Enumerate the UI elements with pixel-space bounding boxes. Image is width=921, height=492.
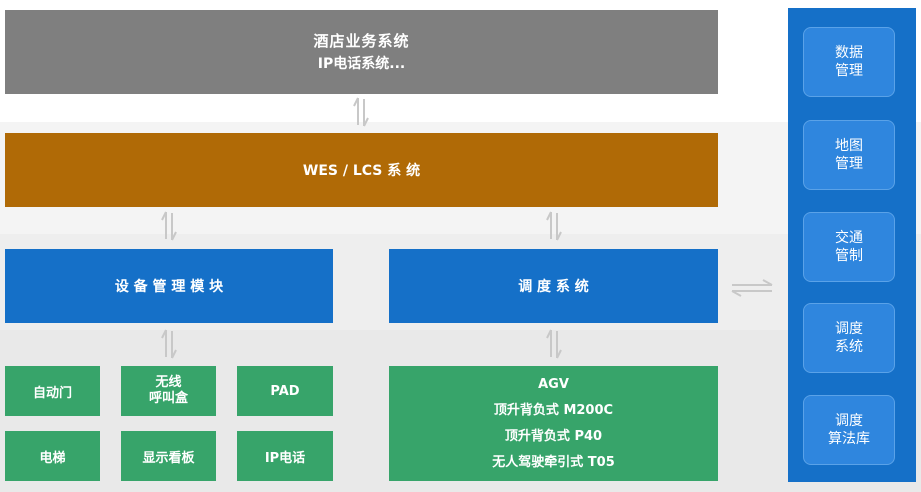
side-item-map-management: 地图 管理 bbox=[803, 120, 895, 190]
device-elevator: 电梯 bbox=[5, 431, 100, 481]
horizontal-bidirectional-arrow-icon bbox=[731, 279, 773, 297]
agv-model-m200c: 顶升背负式 M200C bbox=[493, 402, 614, 418]
bidirectional-arrow-icon bbox=[353, 97, 369, 127]
wes-lcs-system-label: WES / LCS 系 统 bbox=[302, 163, 421, 179]
bidirectional-arrow-icon bbox=[546, 211, 562, 241]
wes-lcs-system-block: WES / LCS 系 统 bbox=[5, 133, 718, 207]
device-wireless-call-box: 无线 呼叫盒 bbox=[121, 366, 216, 416]
device-display-board: 显示看板 bbox=[121, 431, 216, 481]
side-item-dispatch-algorithm-library: 调度 算法库 bbox=[803, 395, 895, 465]
agv-label: AGV bbox=[538, 376, 569, 392]
bidirectional-arrow-icon bbox=[161, 329, 177, 359]
device-ip-phone: IP电话 bbox=[237, 431, 333, 481]
device-auto-door: 自动门 bbox=[5, 366, 100, 416]
device-pad: PAD bbox=[237, 366, 333, 416]
dispatch-system-label: 调 度 系 统 bbox=[518, 279, 589, 295]
bidirectional-arrow-icon bbox=[546, 329, 562, 359]
agv-model-t05: 无人驾驶牵引式 T05 bbox=[492, 454, 615, 470]
hotel-business-system-block: 酒店业务系统 IP电话系统... bbox=[5, 10, 718, 94]
dispatch-system-block: 调 度 系 统 bbox=[389, 249, 718, 323]
device-management-module-label: 设 备 管 理 模 块 bbox=[114, 279, 224, 295]
side-item-traffic-control: 交通 管制 bbox=[803, 212, 895, 282]
hotel-business-system-label: 酒店业务系统 bbox=[313, 32, 410, 50]
ip-phone-system-label: IP电话系统... bbox=[317, 56, 406, 72]
agv-block: AGV 顶升背负式 M200C 顶升背负式 P40 无人驾驶牵引式 T05 bbox=[389, 366, 718, 481]
bidirectional-arrow-icon bbox=[161, 211, 177, 241]
agv-model-p40: 顶升背负式 P40 bbox=[504, 428, 603, 444]
device-management-module-block: 设 备 管 理 模 块 bbox=[5, 249, 333, 323]
side-item-dispatch-system: 调度 系统 bbox=[803, 303, 895, 373]
side-item-data-management: 数据 管理 bbox=[803, 27, 895, 97]
